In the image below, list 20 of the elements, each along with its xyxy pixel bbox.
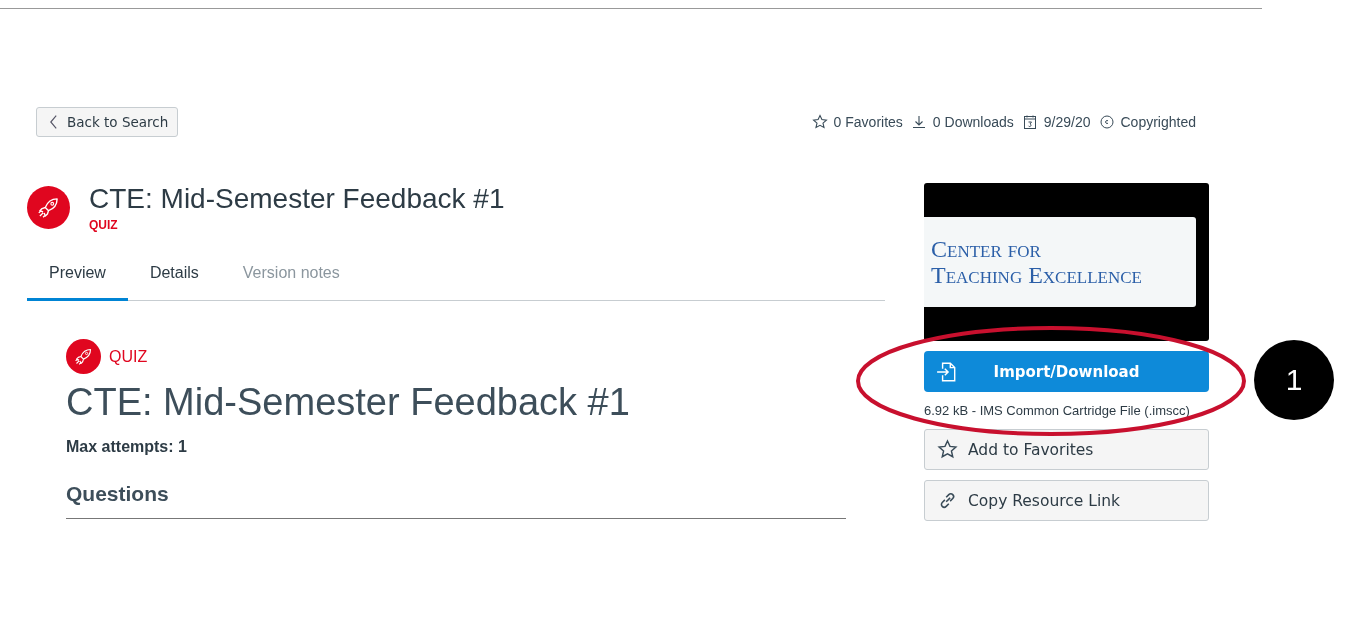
meta-text: 0 Downloads <box>932 114 1014 130</box>
file-info-text: 6.92 kB - IMS Common Cartridge File (.imscc) <box>924 402 1191 419</box>
copy-link-button[interactable]: Copy Resource Link <box>924 480 1209 521</box>
import-download-button[interactable]: Import/Download <box>924 351 1209 392</box>
back-to-search-button[interactable]: Back to Search <box>36 107 179 137</box>
quiz-label: QUIZ <box>109 347 148 366</box>
logo-text: Teaching Excellence <box>931 262 1143 288</box>
resource-title: CTE: Mid-Semester Feedback #1 <box>89 184 505 214</box>
meta-text: 9/29/20 <box>1043 114 1091 130</box>
meta-text: 0 Favorites <box>833 114 903 130</box>
tab[interactable]: Details <box>127 264 221 301</box>
max-attempts-text: Max attempts: 1 <box>66 438 188 456</box>
add-to-favorites-button[interactable]: Add to Favorites <box>924 429 1209 470</box>
step-number-badge: 1 <box>1254 340 1334 420</box>
section-heading: Questions <box>66 482 846 519</box>
tab[interactable]: Preview <box>27 264 128 301</box>
quiz-title: CTE: Mid-Semester Feedback #1 <box>66 380 631 424</box>
resource-type: QUIZ <box>89 218 119 232</box>
logo-text: Center for <box>931 236 1042 262</box>
meta-text: Copyrighted <box>1120 114 1196 130</box>
